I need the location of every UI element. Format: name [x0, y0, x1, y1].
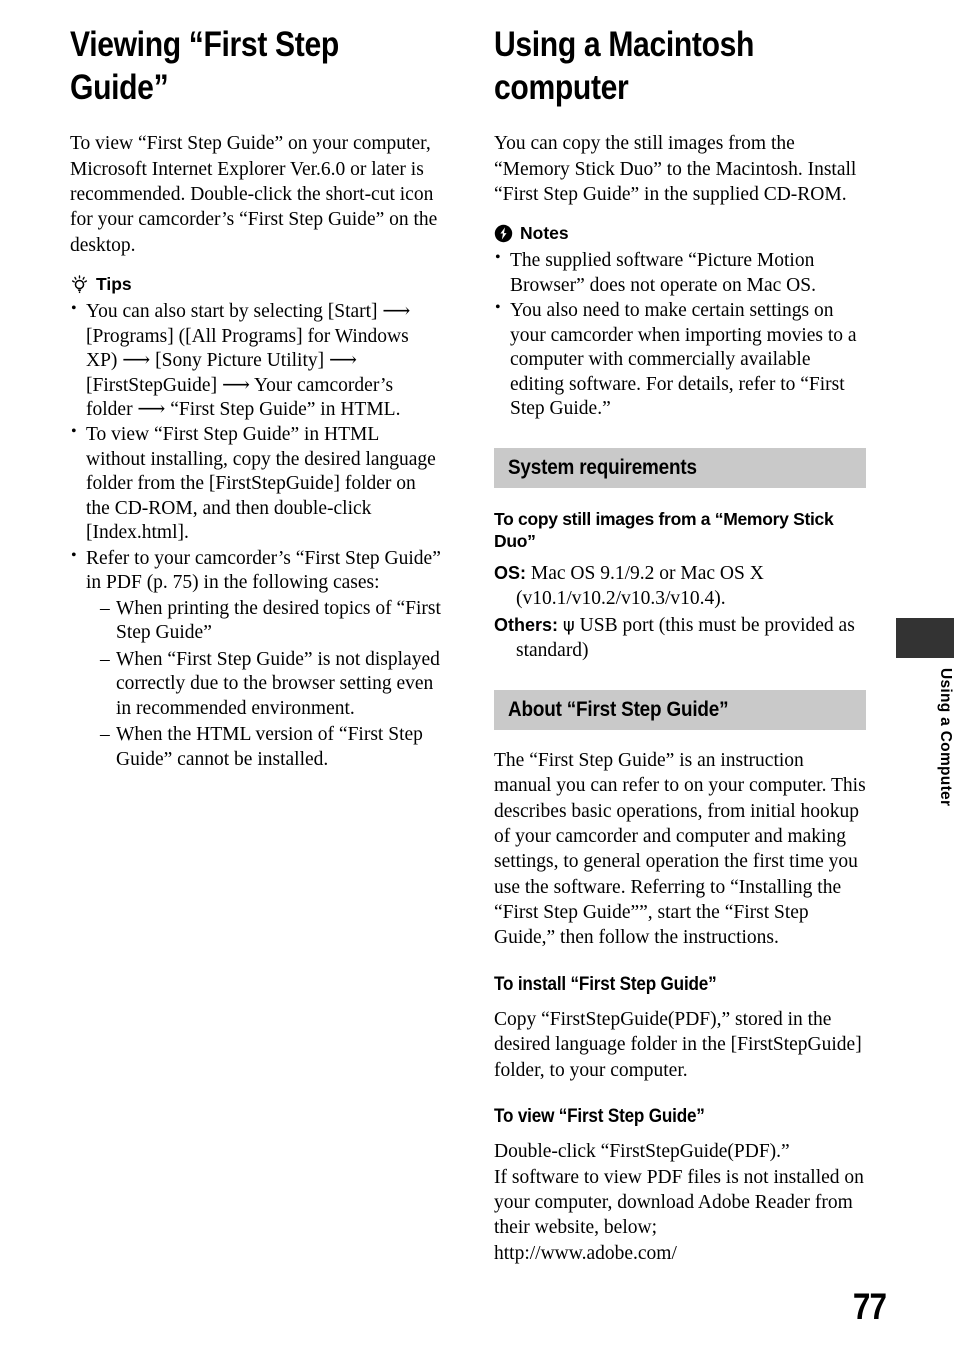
system-requirements-band-label: System requirements [508, 455, 697, 479]
left-intro-paragraph: To view “First Step Guide” on your compu… [70, 133, 438, 256]
to-view-heading: To view “First Step Guide” [494, 1105, 866, 1129]
os-requirement-row: OS: Mac OS 9.1/9.2 or Mac OS X (v10.1/v1… [494, 562, 866, 612]
list-item: Refer to your camcorder’s “First Step Gu… [70, 546, 442, 772]
about-guide-paragraph: The “First Step Guide” is an instruction… [494, 750, 866, 949]
tips-callout-header: Tips [70, 274, 442, 295]
copy-still-images-subheading: To copy still images from a “Memory Stic… [494, 508, 834, 552]
lightbulb-icon [70, 275, 89, 294]
to-view-paragraph-line1: Double-click “FirstStepGuide(PDF).” [494, 1141, 790, 1163]
side-tab-label: Using a Computer [937, 668, 954, 807]
right-section-title: Using a Macintosh computer [494, 25, 755, 107]
list-item: You can also start by selecting [Start] … [70, 299, 442, 422]
notes-callout-header: Notes [494, 223, 866, 244]
usb-icon: ψ [562, 615, 575, 637]
list-item: When the HTML version of “First Step Gui… [100, 723, 442, 772]
tips-list: You can also start by selecting [Start] … [70, 299, 442, 772]
side-tab-marker [896, 618, 954, 658]
page-number: 77 [847, 1286, 887, 1327]
list-item: When printing the desired topics of “Fir… [100, 597, 442, 646]
to-install-heading-label: To install “First Step Guide” [494, 973, 717, 995]
page-number-value: 77 [852, 1286, 887, 1327]
others-requirement-label: Others: [494, 615, 559, 636]
to-view-paragraph-line2: If software to view PDF files is not ins… [494, 1166, 864, 1239]
to-install-paragraph: Copy “FirstStepGuide(PDF),” stored in th… [494, 1009, 862, 1081]
list-item: The supplied software “Picture Motion Br… [494, 248, 866, 298]
tips-label: Tips [96, 274, 132, 295]
notes-list: The supplied software “Picture Motion Br… [494, 248, 866, 421]
left-section-title: Viewing “First Step Guide” [70, 25, 339, 107]
os-requirement-value: Mac OS 9.1/9.2 or Mac OS X (v10.1/v10.2/… [516, 563, 764, 610]
tips-sub-list: When printing the desired topics of “Fir… [86, 597, 442, 772]
warning-bolt-icon [494, 224, 513, 243]
left-column: Viewing “First Step Guide” To view “Firs… [70, 24, 442, 774]
notes-label: Notes [520, 223, 569, 244]
others-requirement-row: Others: ψ USB port (this must be provide… [494, 614, 866, 664]
list-item: You also need to make certain settings o… [494, 298, 866, 421]
to-view-heading-label: To view “First Step Guide” [494, 1106, 705, 1128]
adobe-url: http://www.adobe.com/ [494, 1242, 677, 1264]
list-item: When “First Step Guide” is not displayed… [100, 648, 442, 721]
about-guide-band-label: About “First Step Guide” [508, 698, 729, 721]
list-item-text: Refer to your camcorder’s “First Step Gu… [86, 547, 441, 594]
about-guide-band: About “First Step Guide” [494, 690, 866, 730]
manual-page: Viewing “First Step Guide” To view “Firs… [0, 0, 954, 1357]
list-item: To view “First Step Guide” in HTML witho… [70, 422, 442, 545]
right-column: Using a Macintosh computer You can copy … [494, 24, 866, 1280]
system-requirements-band: System requirements [494, 447, 866, 488]
to-install-heading: To install “First Step Guide” [494, 973, 866, 997]
os-requirement-label: OS: [494, 563, 527, 584]
right-intro-paragraph: You can copy the still images from the “… [494, 133, 857, 206]
